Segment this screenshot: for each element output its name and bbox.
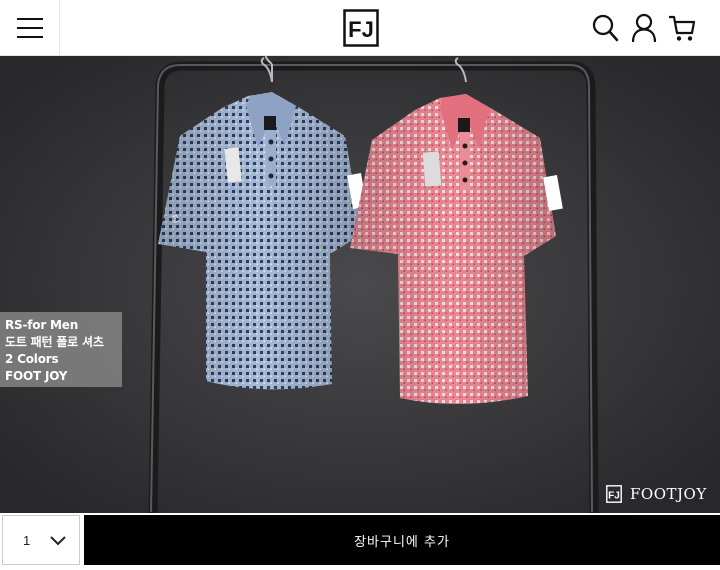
shirts-photo: FJ	[0, 56, 720, 513]
product-image: FJ RS-for Men 도트 패턴 폴로 셔츠 2 Colors FOOT …	[0, 56, 720, 513]
svg-text:FJ: FJ	[348, 17, 374, 42]
caption-line: RS-for Men	[5, 318, 79, 332]
brand-logo[interactable]: FJ	[343, 9, 379, 47]
add-to-cart-button[interactable]: 장바구니에 추가	[84, 515, 720, 565]
brand-name: FOOTJOY	[630, 485, 707, 503]
user-icon[interactable]	[630, 13, 658, 43]
caption-line: 도트 패턴 폴로 셔츠	[5, 335, 104, 349]
cart-icon[interactable]	[668, 13, 696, 43]
caption-line: 2 Colors	[5, 352, 59, 366]
search-icon[interactable]	[591, 13, 619, 43]
caption-line: FOOT JOY	[5, 369, 68, 383]
chevron-down-icon	[50, 536, 66, 546]
purchase-bar: 1 장바구니에 추가	[0, 513, 720, 570]
product-caption: RS-for Men 도트 패턴 폴로 셔츠 2 Colors FOOT JOY	[0, 312, 122, 387]
quantity-value: 1	[23, 533, 31, 548]
quantity-select[interactable]: 1	[2, 515, 80, 565]
menu-icon	[16, 18, 43, 38]
fj-logo-icon: FJ	[606, 485, 622, 503]
site-header: FJ	[0, 0, 720, 56]
menu-button[interactable]	[0, 0, 60, 56]
svg-text:FJ: FJ	[608, 491, 620, 502]
brand-watermark: FJ FOOTJOY	[606, 484, 707, 504]
